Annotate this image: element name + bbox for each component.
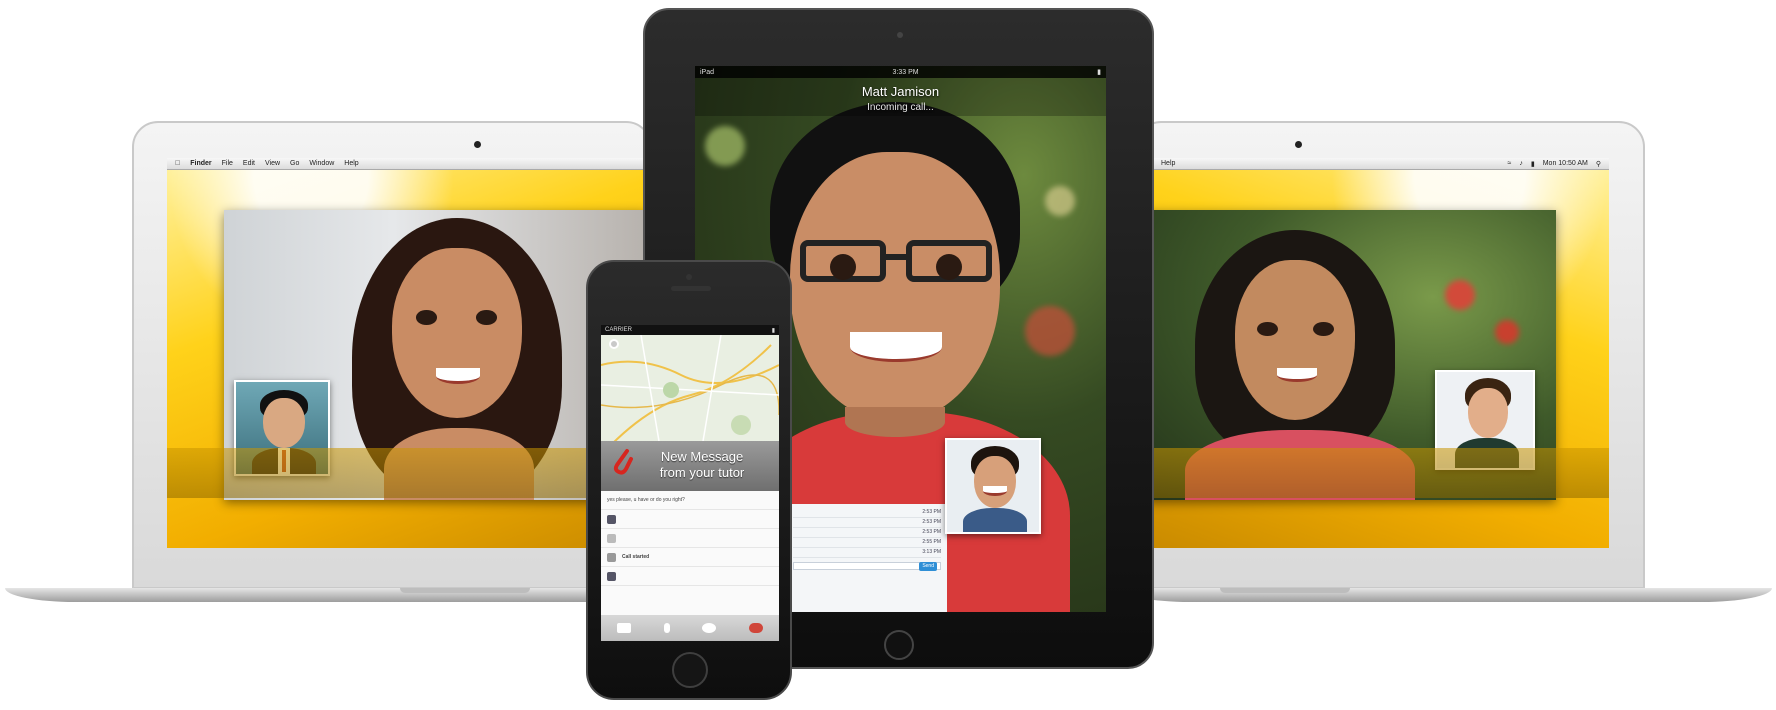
spotlight-icon[interactable]: ⚲ <box>1596 160 1601 168</box>
menu-window[interactable]: Window <box>309 160 334 167</box>
menu-go[interactable]: Go <box>290 160 299 167</box>
right-laptop-screen: Help ≈ ♪ ▮ Mon 10:50 AM ⚲ <box>1145 158 1609 548</box>
end-call-icon[interactable] <box>748 623 763 633</box>
ipad-camera <box>897 32 903 38</box>
ipad-video-pip <box>945 438 1041 534</box>
right-laptop-camera <box>1295 141 1302 148</box>
iphone-home-button[interactable] <box>672 652 708 688</box>
iphone-battery-icon: ▮ <box>771 327 775 334</box>
banner-line-2: from your tutor <box>659 465 745 480</box>
menu-help[interactable]: Help <box>344 160 358 167</box>
ipad-chat-panel: 2:53 PM 2:53 PM 2:53 PM 2:55 PM 3:13 PM … <box>787 504 947 612</box>
device-showcase:  Finder File Edit View Go Window Help <box>0 0 1776 710</box>
map-view[interactable] <box>601 334 779 454</box>
left-laptop-screen:  Finder File Edit View Go Window Help <box>167 158 647 548</box>
right-menubar: Help ≈ ♪ ▮ Mon 10:50 AM ⚲ <box>1145 158 1609 170</box>
avatar <box>607 571 616 581</box>
microphone-icon[interactable] <box>663 623 670 633</box>
ipad-status-label: iPad <box>700 68 715 76</box>
chat-row: 2:53 PM <box>793 518 941 528</box>
iphone-camera <box>686 274 692 280</box>
iphone-status-bar: CARRIER ▮ <box>601 325 779 335</box>
caller-name: Matt Jamison <box>861 84 940 99</box>
chat-row: 2:55 PM <box>793 538 941 548</box>
iphone-speaker <box>671 286 711 291</box>
iphone-screen: CARRIER ▮ New Message from your tutor ye… <box>601 325 779 641</box>
chat-row: 2:53 PM <box>793 508 941 518</box>
list-item[interactable] <box>601 529 779 548</box>
avatar <box>607 533 616 543</box>
list-item[interactable]: yes please, u have or do you right? <box>601 491 779 510</box>
chat-row: 2:53 PM <box>793 528 941 538</box>
wifi-icon[interactable]: ≈ <box>1508 160 1512 168</box>
list-item[interactable]: Call started <box>601 548 779 567</box>
banner-line-1: New Message <box>660 449 744 464</box>
apple-menu-icon[interactable]:  <box>175 160 180 167</box>
chat-input-bar[interactable]: Send <box>793 561 941 571</box>
video-camera-icon[interactable] <box>617 623 632 633</box>
menu-help-right[interactable]: Help <box>1161 160 1175 167</box>
left-laptop-camera <box>474 141 481 148</box>
map-pin-icon[interactable] <box>609 339 619 349</box>
ipad-battery-icon: ▮ <box>1097 69 1101 76</box>
ipad-home-button[interactable] <box>884 630 914 660</box>
avatar <box>607 552 616 562</box>
ipad-status-time: 3:33 PM <box>892 68 919 76</box>
left-menubar:  Finder File Edit View Go Window Help <box>167 158 647 170</box>
menubar-clock[interactable]: Mon 10:50 AM <box>1543 160 1588 168</box>
ipad-status-bar: iPad 3:33 PM ▮ <box>695 66 1106 78</box>
battery-icon[interactable]: ▮ <box>1531 160 1535 168</box>
list-item[interactable] <box>601 567 779 586</box>
right-laptop-base <box>1120 588 1772 602</box>
chat-bubble-icon[interactable] <box>702 623 717 633</box>
menu-file[interactable]: File <box>222 160 233 167</box>
volume-icon[interactable]: ♪ <box>1519 160 1523 168</box>
chat-row: 3:13 PM <box>793 548 941 558</box>
iphone: CARRIER ▮ New Message from your tutor ye… <box>586 260 792 700</box>
iphone-call-toolbar <box>601 615 779 641</box>
iphone-carrier: CARRIER <box>605 327 633 333</box>
avatar <box>607 514 616 524</box>
list-item[interactable] <box>601 510 779 529</box>
menu-app-name[interactable]: Finder <box>190 160 211 167</box>
menu-view[interactable]: View <box>265 160 280 167</box>
iphone-message-list: yes please, u have or do you right? Call… <box>601 491 779 615</box>
paperclip-icon <box>613 449 633 475</box>
call-status: Incoming call... <box>867 102 934 113</box>
new-message-banner[interactable]: New Message from your tutor <box>601 441 779 491</box>
left-laptop-base <box>5 588 657 602</box>
chat-send-button[interactable]: Send <box>919 561 937 571</box>
menu-edit[interactable]: Edit <box>243 160 255 167</box>
